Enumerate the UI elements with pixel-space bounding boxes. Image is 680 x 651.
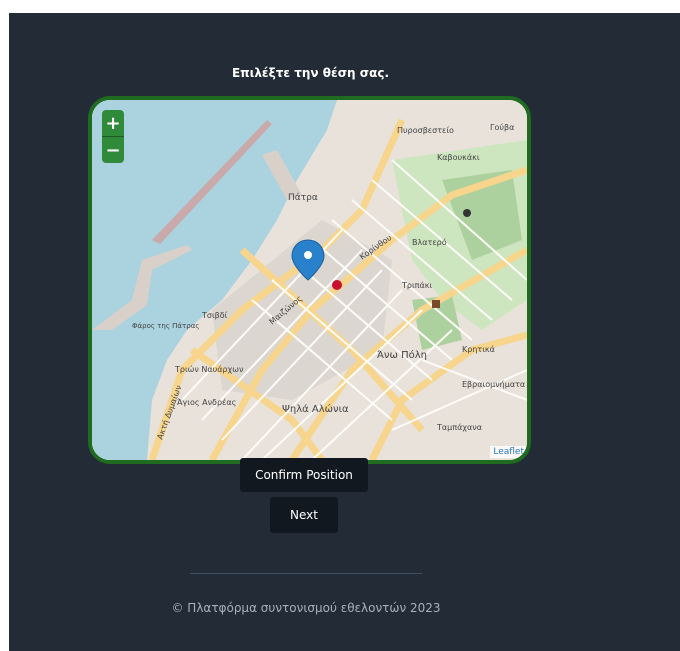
viewpoint-icon	[463, 209, 471, 217]
zoom-in-button[interactable]: +	[102, 110, 124, 137]
map-attribution-link[interactable]: Leaflet	[490, 446, 527, 458]
map-label-taboukaki: Ταμπάχανα	[436, 423, 482, 432]
map-label-gouva: Γούβα	[490, 122, 514, 132]
footer-copyright: © Πλατφόρμα συντονισμού εθελοντών 2023	[171, 601, 441, 615]
map-label-krhtika: Κρητικά	[462, 345, 495, 354]
map-label-kaboukaki: Καβουκάκι	[437, 153, 480, 162]
page-title: Επιλέξτε την θέση σας.	[231, 66, 390, 80]
confirm-position-button[interactable]: Confirm Position	[240, 458, 368, 492]
map-label-faros: Φάρος της Πάτρας	[132, 322, 199, 330]
map-label-tripaki: Τριπάκι	[401, 281, 432, 290]
map-container[interactable]: Πάτρα Πυροσβεστείο Καβουκάκι Γούβα Βλατε…	[88, 96, 531, 464]
map-tiles[interactable]: Πάτρα Πυροσβεστείο Καβουκάκι Γούβα Βλατε…	[92, 100, 527, 460]
next-button[interactable]: Next	[270, 497, 338, 533]
map-label-anw-poli: Άνω Πόλη	[377, 349, 427, 361]
map-label-tsivdi: Τσιβδί	[201, 311, 228, 320]
map-label-pyrosvesteio: Πυροσβεστείο	[397, 126, 454, 135]
map-label-ypsila-alonia: Ψηλά Αλώνια	[282, 403, 349, 415]
main-panel: Επιλέξτε την θέση σας. Πάτρα Πυροσβεστεί…	[9, 13, 680, 651]
map-label-vlatero: Βλατερό	[412, 237, 447, 247]
map-label-evraiomnimata: Εβραιομνήματα	[462, 380, 525, 389]
zoom-out-button[interactable]: −	[102, 137, 124, 163]
map-label-trion-navarxon: Τριών Ναυάρχων	[174, 364, 244, 374]
footer-divider	[190, 573, 422, 574]
map-label-patra: Πάτρα	[288, 193, 318, 203]
map-label-agios-andreas: Άγιος Ανδρέας	[177, 397, 236, 407]
hospital-icon	[332, 280, 342, 290]
